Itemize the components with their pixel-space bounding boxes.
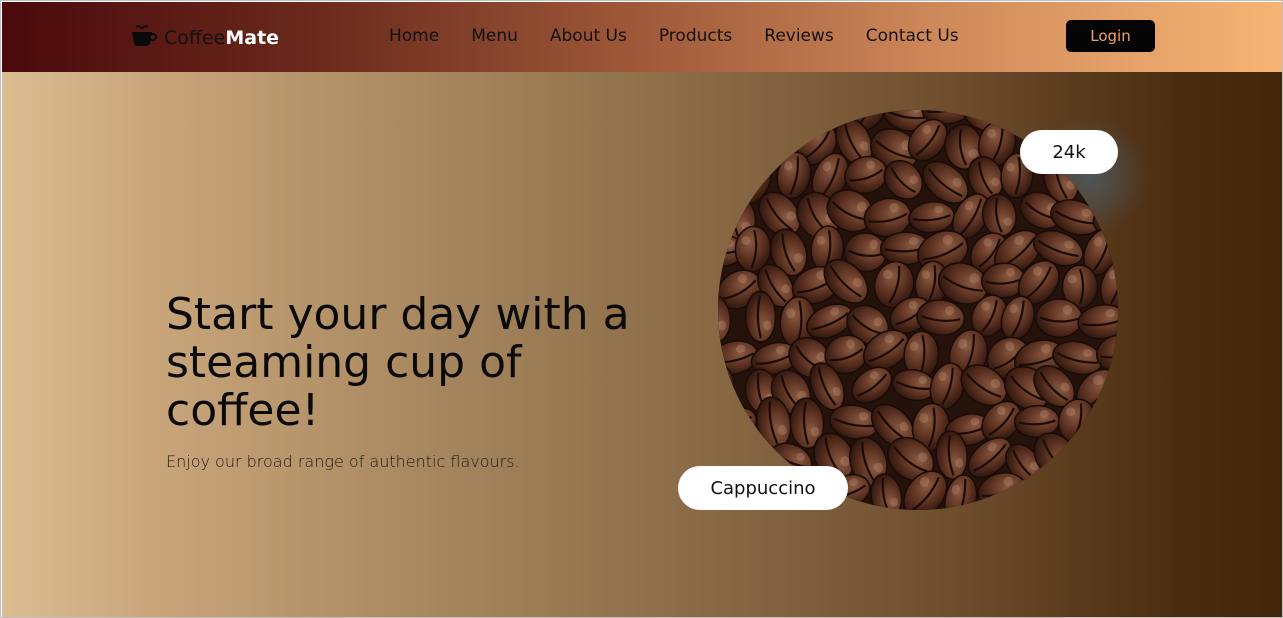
brand-name-part1: Coffee [164, 27, 226, 49]
login-button[interactable]: Login [1066, 20, 1155, 52]
brand-logo[interactable]: CoffeeMate [130, 25, 279, 51]
hero-title: Start your day with a steaming cup of co… [166, 289, 630, 436]
main-nav: Home Menu About Us Products Reviews Cont… [389, 26, 959, 46]
nav-products[interactable]: Products [659, 26, 732, 46]
hero-subtitle: Enjoy our broad range of authentic flavo… [166, 452, 520, 471]
page-frame: CoffeeMate Home Menu About Us Products R… [0, 0, 1283, 618]
nav-reviews[interactable]: Reviews [764, 26, 834, 46]
nav-menu[interactable]: Menu [471, 26, 518, 46]
badge-24k: 24k [1020, 130, 1118, 174]
navbar: CoffeeMate Home Menu About Us Products R… [2, 2, 1282, 72]
nav-contact-us[interactable]: Contact Us [866, 26, 959, 46]
brand-name-part2: Mate [225, 27, 280, 49]
badge-cappuccino: Cappuccino [678, 466, 848, 510]
brand-name: CoffeeMate [164, 27, 279, 49]
coffee-cup-icon [130, 25, 158, 51]
nav-home[interactable]: Home [389, 26, 439, 46]
nav-about-us[interactable]: About Us [550, 26, 627, 46]
